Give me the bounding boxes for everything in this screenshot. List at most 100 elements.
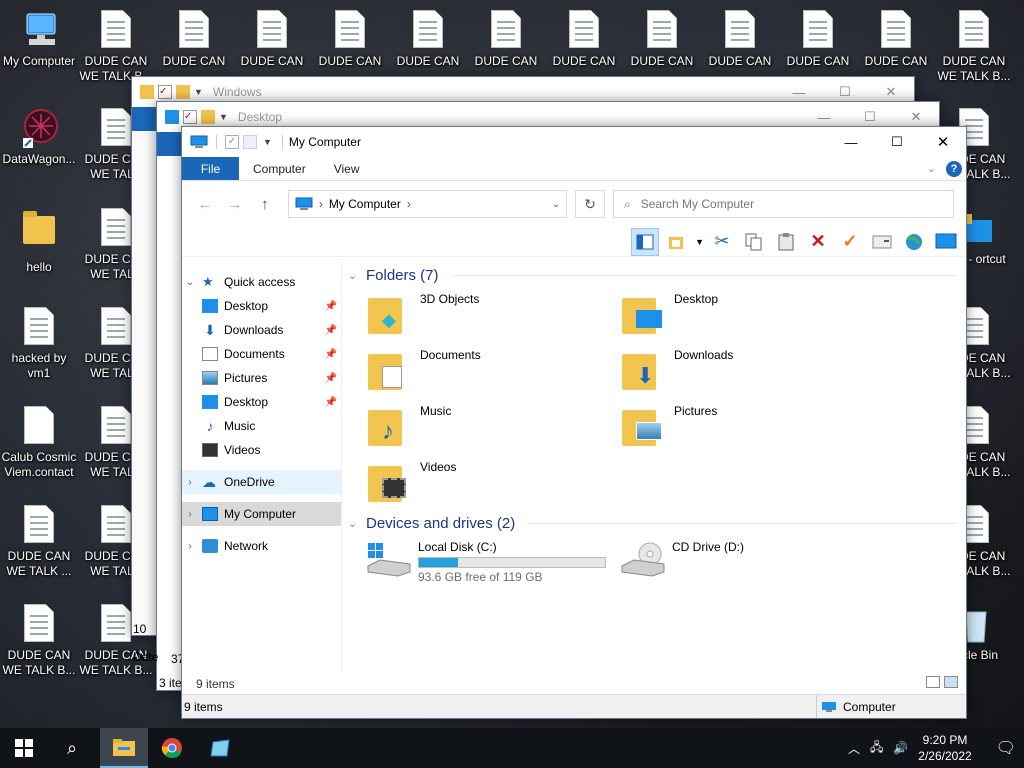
desktop-icon-dude-top-1[interactable]: DUDE CAN	[156, 10, 232, 69]
search-placeholder: Search My Computer	[640, 197, 755, 211]
preview-pane-button[interactable]	[631, 227, 660, 256]
nav-item-videos[interactable]: Videos	[182, 438, 341, 462]
taskbar-chrome[interactable]	[148, 728, 196, 768]
chevron-down-icon[interactable]: ⌄	[182, 277, 198, 288]
desktop-icon-contact[interactable]: Calub Cosmic Viem.contact	[1, 406, 77, 480]
folder-item-3d-objects[interactable]: ◆ 3D Objects	[368, 286, 622, 342]
paste-button[interactable]	[772, 228, 800, 256]
desktop-icon-dude-2[interactable]: DUDE CAN WE TALK B...	[1, 604, 77, 678]
delete-button[interactable]: ✕	[804, 228, 832, 256]
drive-item-c[interactable]: Local Disk (C:) 93.6 GB free of 119 GB	[366, 540, 620, 584]
network-icon[interactable]: 🖧	[870, 738, 883, 759]
refresh-button[interactable]: ↻	[575, 190, 605, 218]
back-button[interactable]: ←	[194, 196, 216, 213]
folder-item-documents[interactable]: Documents	[368, 342, 622, 398]
nav-item-documents[interactable]: Documents 📌	[182, 342, 341, 366]
up-button[interactable]: ↑	[254, 196, 276, 213]
new-folder-icon[interactable]	[243, 135, 257, 149]
map-drive-button[interactable]	[868, 228, 896, 256]
monitor-icon[interactable]	[932, 228, 960, 256]
globe-icon[interactable]	[900, 228, 928, 256]
desktop-icon-dude-top-11[interactable]: DUDE CAN WE TALK B...	[936, 10, 1012, 84]
desktop-icon-my-computer[interactable]: My Computer	[1, 10, 77, 69]
breadcrumb-chevron-icon[interactable]: ›	[407, 197, 411, 211]
nav-network[interactable]: › Network	[182, 534, 341, 558]
tab-computer[interactable]: Computer	[239, 157, 320, 180]
desktop-icon-dude-top-6[interactable]: DUDE CAN	[546, 10, 622, 69]
nav-item-downloads[interactable]: ⬇ Downloads 📌	[182, 318, 341, 342]
chevron-right-icon[interactable]: ›	[182, 509, 198, 520]
chevron-down-icon[interactable]: ▼	[194, 87, 203, 97]
new-folder-icon	[201, 110, 215, 124]
forward-button[interactable]: →	[224, 196, 246, 213]
notifications-icon[interactable]: 🗨	[996, 738, 1016, 758]
drive-item-d[interactable]: CD Drive (D:)	[620, 540, 874, 584]
rename-button[interactable]: ✓	[836, 228, 864, 256]
document-icon	[412, 10, 444, 50]
document-icon	[100, 307, 132, 347]
window-title: Windows	[212, 85, 262, 99]
desktop-icon-dude-top-0[interactable]: DUDE CAN WE TALK B...	[78, 10, 154, 84]
taskbar-app[interactable]	[196, 728, 244, 768]
large-icons-view-icon[interactable]	[944, 676, 958, 688]
desktop-icon-dude-top-7[interactable]: DUDE CAN	[624, 10, 700, 69]
new-folder-icon	[176, 85, 190, 99]
desktop-icon-dude-top-4[interactable]: DUDE CAN	[390, 10, 466, 69]
desktop-icon-dude-top-10[interactable]: DUDE CAN	[858, 10, 934, 69]
folder-item-pictures[interactable]: Pictures	[622, 398, 876, 454]
chevron-down-icon[interactable]: ▼	[263, 137, 272, 147]
details-view-icon[interactable]	[926, 676, 940, 688]
search-input[interactable]: ⌕ Search My Computer	[612, 190, 955, 218]
copy-button[interactable]	[740, 228, 768, 256]
chevron-down-icon[interactable]: ▼	[219, 112, 228, 122]
close-button[interactable]: ✕	[920, 127, 966, 157]
desktop-icon-datawagon[interactable]: DataWagon...	[1, 108, 77, 167]
desktop-icon-hacked[interactable]: hacked by vm1	[1, 307, 77, 381]
folder-item-desktop[interactable]: Desktop	[622, 286, 876, 342]
minimize-button[interactable]: —	[828, 127, 874, 157]
folder-item-downloads[interactable]: ⬇ Downloads	[622, 342, 876, 398]
nav-quick-access[interactable]: ⌄ ★ Quick access	[182, 270, 341, 294]
chevron-down-icon[interactable]: ▼	[695, 237, 704, 247]
folder-item-videos[interactable]: Videos	[368, 454, 622, 510]
nav-item-music[interactable]: ♪ Music	[182, 414, 341, 438]
status-items: 9 items	[184, 699, 223, 714]
maximize-button[interactable]: ☐	[874, 127, 920, 157]
nav-item-desktop-2[interactable]: Desktop 📌	[182, 390, 341, 414]
search-button[interactable]: ⌕	[48, 728, 96, 768]
cut-button[interactable]: ✂	[708, 228, 736, 256]
chevron-right-icon[interactable]: ›	[182, 477, 198, 488]
desktop-icon-dude-1[interactable]: DUDE CAN WE TALK ...	[1, 505, 77, 579]
breadcrumb-my-computer[interactable]: My Computer	[329, 197, 401, 211]
tab-file[interactable]: File	[182, 157, 239, 180]
clock[interactable]: 9:20 PM 2/26/2022	[918, 732, 971, 764]
desktop-icon-dude-top-3[interactable]: DUDE CAN	[312, 10, 388, 69]
search-icon: ⌕	[623, 196, 631, 211]
nav-item-desktop[interactable]: Desktop 📌	[182, 294, 341, 318]
desktop-icon-dude-top-5[interactable]: DUDE CAN	[468, 10, 544, 69]
tab-view[interactable]: View	[320, 157, 374, 180]
explorer-window-my-computer[interactable]: ✓ ▼ My Computer — ☐ ✕ File Computer View…	[181, 126, 967, 719]
start-button[interactable]	[0, 728, 48, 768]
taskbar-file-explorer[interactable]	[100, 728, 148, 768]
nav-onedrive[interactable]: › ☁ OneDrive	[182, 470, 341, 494]
address-dropdown-icon[interactable]: ⌄	[552, 199, 560, 210]
desktop-icon-dude-top-2[interactable]: DUDE CAN	[234, 10, 310, 69]
help-icon[interactable]: ?	[946, 160, 962, 177]
volume-icon[interactable]: 🔊	[893, 741, 908, 755]
group-header-devices[interactable]: ⌄ Devices and drives (2)	[348, 512, 966, 534]
breadcrumb-chevron-icon[interactable]: ›	[319, 197, 323, 211]
folder-item-music[interactable]: ♪ Music	[368, 398, 622, 454]
chevron-up-icon[interactable]: ︿	[848, 740, 860, 757]
chevron-right-icon[interactable]: ›	[182, 541, 198, 552]
nav-my-computer[interactable]: › My Computer	[182, 502, 341, 526]
desktop-icon-dude-top-8[interactable]: DUDE CAN	[702, 10, 778, 69]
expand-ribbon-icon[interactable]: ⌄	[927, 162, 936, 175]
desktop-icon-dude-top-9[interactable]: DUDE CAN	[780, 10, 856, 69]
desktop-icon-hello[interactable]: hello	[1, 208, 77, 275]
nav-item-pictures[interactable]: Pictures 📌	[182, 366, 341, 390]
group-header-folders[interactable]: ⌄ Folders (7)	[348, 264, 966, 286]
properties-button[interactable]	[663, 228, 691, 256]
address-bar[interactable]: › My Computer › ⌄	[287, 190, 568, 218]
properties-icon[interactable]: ✓	[225, 135, 239, 149]
